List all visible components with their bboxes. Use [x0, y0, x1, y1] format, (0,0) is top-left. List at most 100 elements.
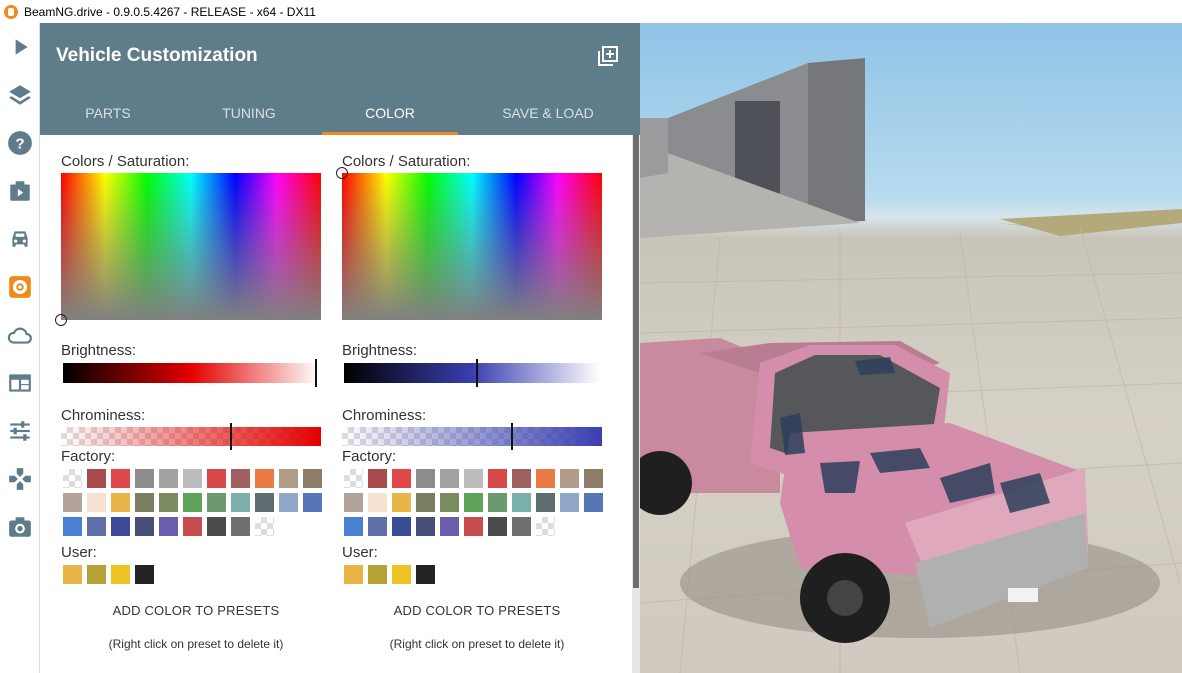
factory-swatch[interactable] — [63, 517, 82, 536]
sidebar-item-vehicles[interactable] — [0, 215, 40, 263]
factory-swatch[interactable] — [392, 517, 411, 536]
spectrum-picker-handle[interactable] — [55, 314, 67, 326]
factory-swatch[interactable] — [255, 469, 274, 488]
sidebar-item-controls[interactable] — [0, 455, 40, 503]
factory-swatch[interactable] — [440, 493, 459, 512]
factory-swatch[interactable] — [303, 493, 322, 512]
user-swatch[interactable] — [368, 565, 387, 584]
factory-swatch[interactable] — [135, 517, 154, 536]
factory-swatch[interactable] — [159, 469, 178, 488]
factory-swatch[interactable] — [279, 469, 298, 488]
user-swatch[interactable] — [87, 565, 106, 584]
factory-swatch[interactable] — [392, 469, 411, 488]
factory-swatch[interactable] — [231, 469, 250, 488]
chrominess-slider-handle[interactable] — [230, 423, 232, 450]
user-swatch[interactable] — [63, 565, 82, 584]
factory-swatch[interactable] — [135, 493, 154, 512]
factory-swatch[interactable] — [87, 517, 106, 536]
factory-swatch[interactable] — [560, 493, 579, 512]
factory-swatch[interactable] — [344, 517, 363, 536]
tab-save-load[interactable]: SAVE & LOAD — [458, 91, 638, 135]
factory-swatch[interactable] — [488, 493, 507, 512]
factory-swatch[interactable] — [536, 469, 555, 488]
user-swatch[interactable] — [111, 565, 130, 584]
brightness-slider-handle[interactable] — [476, 359, 478, 387]
factory-swatch[interactable] — [536, 517, 555, 536]
brightness-slider-handle[interactable] — [315, 359, 317, 387]
user-swatch[interactable] — [344, 565, 363, 584]
factory-swatch[interactable] — [183, 469, 202, 488]
factory-swatch[interactable] — [440, 469, 459, 488]
chrominess-slider[interactable] — [61, 427, 321, 446]
factory-swatch[interactable] — [584, 469, 603, 488]
user-swatch[interactable] — [392, 565, 411, 584]
factory-swatch[interactable] — [464, 517, 483, 536]
factory-swatch[interactable] — [303, 469, 322, 488]
factory-swatch[interactable] — [488, 469, 507, 488]
factory-swatch[interactable] — [231, 493, 250, 512]
sidebar-item-options[interactable] — [0, 407, 40, 455]
factory-swatch[interactable] — [464, 469, 483, 488]
sidebar-item-levels[interactable] — [0, 71, 40, 119]
factory-swatch[interactable] — [63, 469, 82, 488]
factory-swatch[interactable] — [392, 493, 411, 512]
factory-swatch[interactable] — [584, 493, 603, 512]
factory-swatch[interactable] — [440, 517, 459, 536]
factory-swatch[interactable] — [183, 493, 202, 512]
user-swatch[interactable] — [135, 565, 154, 584]
factory-swatch[interactable] — [416, 493, 435, 512]
sidebar-item-vehicle-config[interactable] — [0, 263, 40, 311]
factory-swatch[interactable] — [416, 517, 435, 536]
add-color-to-presets-button[interactable]: ADD COLOR TO PRESETS — [342, 603, 612, 618]
color-saturation-spectrum[interactable] — [342, 173, 602, 320]
sidebar-item-cloud[interactable] — [0, 311, 40, 359]
factory-swatch[interactable] — [207, 493, 226, 512]
factory-swatch[interactable] — [560, 469, 579, 488]
factory-swatch[interactable] — [87, 493, 106, 512]
factory-swatch[interactable] — [464, 493, 483, 512]
factory-swatch[interactable] — [512, 469, 531, 488]
factory-swatch[interactable] — [63, 493, 82, 512]
add-color-to-presets-button[interactable]: ADD COLOR TO PRESETS — [61, 603, 331, 618]
factory-swatch[interactable] — [231, 517, 250, 536]
factory-swatch[interactable] — [368, 517, 387, 536]
tab-parts[interactable]: PARTS — [40, 91, 176, 135]
panel-scrollbar[interactable] — [632, 135, 640, 673]
factory-swatch[interactable] — [255, 493, 274, 512]
factory-swatch[interactable] — [255, 517, 274, 536]
factory-swatch[interactable] — [111, 469, 130, 488]
factory-swatch[interactable] — [183, 517, 202, 536]
factory-swatch[interactable] — [207, 517, 226, 536]
factory-swatch[interactable] — [368, 469, 387, 488]
chrominess-slider-handle[interactable] — [511, 423, 513, 450]
factory-swatch[interactable] — [279, 493, 298, 512]
factory-swatch[interactable] — [344, 493, 363, 512]
sidebar-item-photo[interactable] — [0, 503, 40, 551]
factory-swatch[interactable] — [87, 469, 106, 488]
spectrum-picker-handle[interactable] — [336, 167, 348, 179]
factory-swatch[interactable] — [488, 517, 507, 536]
factory-swatch[interactable] — [416, 469, 435, 488]
detach-window-icon[interactable] — [597, 45, 619, 67]
game-viewport[interactable] — [640, 23, 1182, 673]
factory-swatch[interactable] — [512, 493, 531, 512]
tab-color[interactable]: COLOR — [322, 91, 458, 135]
chrominess-slider[interactable] — [342, 427, 602, 446]
brightness-slider[interactable] — [63, 363, 319, 383]
factory-swatch[interactable] — [111, 493, 130, 512]
factory-swatch[interactable] — [512, 517, 531, 536]
factory-swatch[interactable] — [111, 517, 130, 536]
user-swatch[interactable] — [416, 565, 435, 584]
tab-tuning[interactable]: TUNING — [176, 91, 322, 135]
factory-swatch[interactable] — [159, 493, 178, 512]
factory-swatch[interactable] — [344, 469, 363, 488]
brightness-slider[interactable] — [344, 363, 600, 383]
sidebar-item-help[interactable]: ? — [0, 119, 40, 167]
factory-swatch[interactable] — [159, 517, 178, 536]
sidebar-item-play[interactable] — [0, 23, 40, 71]
factory-swatch[interactable] — [135, 469, 154, 488]
sidebar-item-ui-apps[interactable] — [0, 359, 40, 407]
factory-swatch[interactable] — [536, 493, 555, 512]
scrollbar-thumb[interactable] — [633, 135, 639, 588]
sidebar-item-scenarios[interactable] — [0, 167, 40, 215]
